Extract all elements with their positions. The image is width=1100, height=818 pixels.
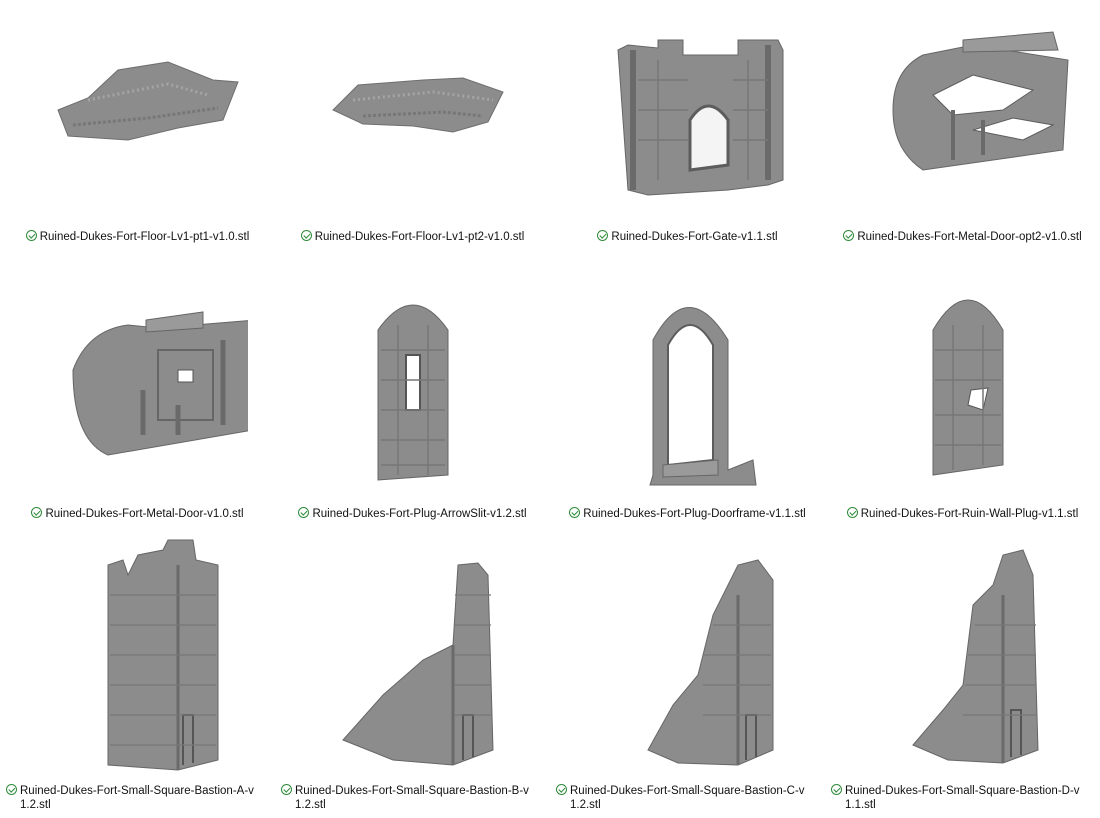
file-tile[interactable]: Ruined-Dukes-Fort-Plug-ArrowSlit-v1.2.st…	[275, 270, 550, 535]
model-thumbnail	[0, 535, 275, 775]
model-thumbnail	[275, 0, 550, 200]
model-thumbnail	[550, 0, 825, 210]
model-thumbnail	[825, 270, 1100, 490]
sync-ok-check-icon	[831, 784, 842, 795]
sync-ok-check-icon	[556, 784, 567, 795]
model-thumbnail	[550, 535, 825, 775]
file-name: Ruined-Dukes-Fort-Small-Square-Bastion-D…	[825, 784, 1100, 812]
file-tile[interactable]: Ruined-Dukes-Fort-Metal-Door-v1.0.stl	[0, 270, 275, 535]
file-tile[interactable]: Ruined-Dukes-Fort-Gate-v1.1.stl	[550, 0, 825, 260]
model-thumbnail	[825, 535, 1100, 775]
file-name: Ruined-Dukes-Fort-Small-Square-Bastion-A…	[0, 784, 275, 812]
model-thumbnail	[825, 0, 1100, 210]
file-tile[interactable]: Ruined-Dukes-Fort-Small-Square-Bastion-B…	[275, 535, 550, 818]
sync-ok-check-icon	[843, 230, 855, 241]
file-name: Ruined-Dukes-Fort-Small-Square-Bastion-C…	[550, 784, 825, 812]
model-thumbnail	[550, 270, 825, 490]
sync-ok-check-icon	[846, 507, 858, 518]
file-name: Ruined-Dukes-Fort-Ruin-Wall-Plug-v1.1.st…	[825, 507, 1100, 521]
file-name: Ruined-Dukes-Fort-Floor-Lv1-pt2-v1.0.stl	[275, 230, 550, 244]
sync-ok-check-icon	[569, 507, 581, 518]
file-name: Ruined-Dukes-Fort-Gate-v1.1.stl	[550, 230, 825, 244]
file-tile[interactable]: Ruined-Dukes-Fort-Small-Square-Bastion-A…	[0, 535, 275, 818]
file-name: Ruined-Dukes-Fort-Metal-Door-v1.0.stl	[0, 507, 275, 521]
file-tile[interactable]: Ruined-Dukes-Fort-Small-Square-Bastion-D…	[825, 535, 1100, 818]
file-name: Ruined-Dukes-Fort-Floor-Lv1-pt1-v1.0.stl	[0, 230, 275, 244]
file-grid: Ruined-Dukes-Fort-Floor-Lv1-pt1-v1.0.stl…	[0, 0, 1100, 818]
model-thumbnail	[0, 0, 275, 200]
sync-ok-check-icon	[31, 507, 43, 518]
file-tile[interactable]: Ruined-Dukes-Fort-Small-Square-Bastion-C…	[550, 535, 825, 818]
sync-ok-check-icon	[25, 230, 37, 241]
sync-ok-check-icon	[597, 230, 609, 241]
sync-ok-check-icon	[281, 784, 292, 795]
file-name: Ruined-Dukes-Fort-Plug-ArrowSlit-v1.2.st…	[275, 507, 550, 521]
sync-ok-check-icon	[298, 507, 310, 518]
model-thumbnail	[275, 535, 550, 775]
model-thumbnail	[275, 270, 550, 490]
sync-ok-check-icon	[6, 784, 17, 795]
file-tile[interactable]: Ruined-Dukes-Fort-Ruin-Wall-Plug-v1.1.st…	[825, 270, 1100, 535]
file-tile[interactable]: Ruined-Dukes-Fort-Plug-Doorframe-v1.1.st…	[550, 270, 825, 535]
file-name: Ruined-Dukes-Fort-Metal-Door-opt2-v1.0.s…	[825, 230, 1100, 244]
file-tile[interactable]: Ruined-Dukes-Fort-Floor-Lv1-pt1-v1.0.stl	[0, 0, 275, 260]
model-thumbnail	[0, 270, 275, 470]
sync-ok-check-icon	[300, 230, 312, 241]
file-name: Ruined-Dukes-Fort-Plug-Doorframe-v1.1.st…	[550, 507, 825, 521]
file-name: Ruined-Dukes-Fort-Small-Square-Bastion-B…	[275, 784, 550, 812]
file-tile[interactable]: Ruined-Dukes-Fort-Floor-Lv1-pt2-v1.0.stl	[275, 0, 550, 260]
file-tile[interactable]: Ruined-Dukes-Fort-Metal-Door-opt2-v1.0.s…	[825, 0, 1100, 260]
